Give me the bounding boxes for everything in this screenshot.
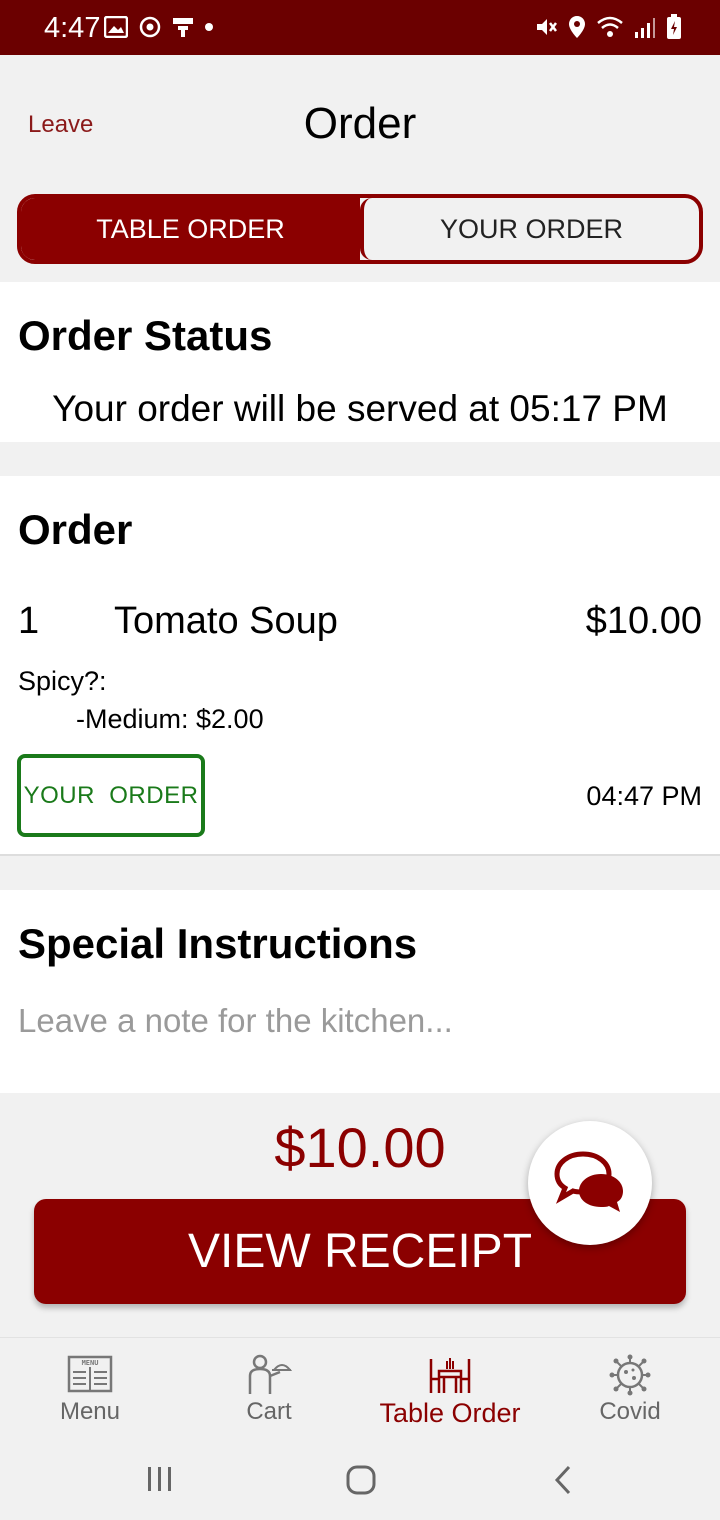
location-icon	[569, 16, 585, 38]
tab-table-order[interactable]: TABLE ORDER	[21, 198, 360, 260]
nav-label-covid: Covid	[599, 1398, 661, 1425]
signal-icon	[635, 18, 655, 38]
wifi-icon	[597, 16, 623, 37]
page-title: Order	[303, 99, 417, 148]
status-bar: 4:47	[0, 0, 720, 55]
header: Leave Order TABLE ORDER YOUR ORDER	[0, 55, 720, 282]
order-card: Order 1 Tomato Soup $10.00 Spicy?: -Medi…	[0, 476, 720, 856]
back-icon[interactable]	[552, 1464, 574, 1496]
home-icon[interactable]	[345, 1464, 377, 1496]
dot-icon	[205, 23, 213, 31]
nav-item-table-order[interactable]: Table Order	[370, 1338, 530, 1435]
waiter-icon	[248, 1354, 292, 1394]
nav-item-covid[interactable]: Covid	[580, 1338, 680, 1435]
order-status-heading: Order Status	[18, 312, 273, 359]
special-instructions-card: Special Instructions	[0, 890, 720, 1093]
order-segment-control: TABLE ORDER YOUR ORDER	[17, 194, 703, 264]
status-time: 4:47	[44, 12, 101, 44]
order-status-card: Order Status Your order will be served a…	[0, 282, 720, 442]
nav-label-table-order: Table Order	[379, 1398, 521, 1428]
system-icons	[534, 14, 682, 40]
item-quantity: 1	[18, 600, 40, 642]
svg-text:MENU: MENU	[82, 1359, 99, 1367]
bottom-nav: MENU Menu Cart Table Order Covid	[0, 1337, 720, 1434]
chat-button[interactable]	[528, 1121, 652, 1245]
notification-icons	[104, 15, 214, 39]
battery-icon	[667, 14, 681, 39]
tab-your-order[interactable]: YOUR ORDER	[360, 198, 699, 260]
sync-icon	[139, 16, 161, 38]
modifier-value: -Medium: $2.00	[76, 704, 264, 734]
item-name: Tomato Soup	[114, 600, 338, 642]
kitchen-note-input[interactable]	[18, 1002, 702, 1040]
menu-book-icon: MENU	[67, 1355, 113, 1393]
nav-label-cart: Cart	[246, 1398, 292, 1425]
special-instructions-heading: Special Instructions	[18, 920, 418, 967]
modifier-label: Spicy?:	[18, 666, 107, 696]
system-nav-bar	[0, 1434, 720, 1520]
order-heading: Order	[18, 506, 133, 553]
nav-item-menu[interactable]: MENU Menu	[40, 1338, 140, 1435]
chat-bubbles-icon	[554, 1151, 623, 1212]
tray-icon	[173, 18, 193, 37]
item-price: $10.00	[585, 600, 702, 642]
served-time-message: Your order will be served at 05:17 PM	[52, 388, 668, 429]
nav-item-cart[interactable]: Cart	[219, 1338, 319, 1435]
your-order-badge: YOUR ORDER	[17, 754, 205, 837]
mute-icon	[537, 19, 557, 35]
recent-apps-icon[interactable]	[146, 1466, 174, 1492]
image-icon	[104, 16, 128, 38]
item-time: 04:47 PM	[586, 781, 702, 811]
table-icon	[429, 1358, 471, 1393]
virus-icon	[609, 1354, 651, 1396]
nav-label-menu: Menu	[59, 1398, 121, 1425]
